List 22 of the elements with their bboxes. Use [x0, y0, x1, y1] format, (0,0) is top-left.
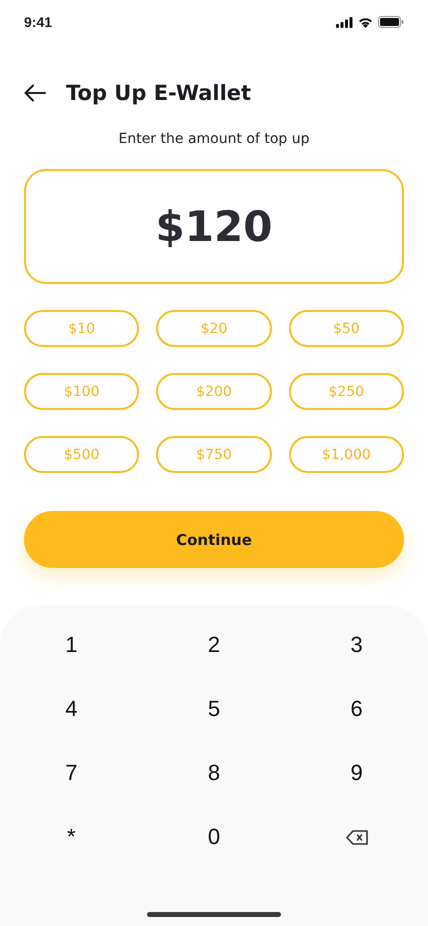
keypad-key[interactable]: 9: [340, 756, 373, 790]
keypad-key[interactable]: 4: [55, 692, 88, 726]
page-title: Top Up E-Wallet: [66, 81, 252, 105]
back-button[interactable]: [24, 84, 46, 102]
back-arrow-icon: [24, 84, 46, 102]
continue-button[interactable]: Continue: [24, 511, 404, 568]
keypad-key[interactable]: 0: [198, 820, 230, 854]
status-time: 9:41: [24, 14, 52, 30]
keypad-key[interactable]: 7: [55, 756, 88, 790]
backspace-icon: [346, 830, 368, 844]
keypad-key[interactable]: 1: [55, 628, 88, 662]
keypad-key[interactable]: 5: [198, 692, 230, 726]
battery-icon: [378, 16, 404, 28]
keypad-key[interactable]: 6: [340, 692, 373, 726]
amount-prompt: Enter the amount of top up: [117, 131, 311, 147]
keypad-key[interactable]: 8: [198, 756, 230, 790]
wifi-icon: [358, 16, 373, 28]
keypad-key[interactable]: 2: [198, 628, 230, 662]
keypad-key[interactable]: *: [57, 820, 86, 854]
amount-field[interactable]: $120: [24, 169, 404, 284]
signal-icon: [336, 16, 353, 28]
keypad-key[interactable]: 3: [340, 628, 373, 662]
